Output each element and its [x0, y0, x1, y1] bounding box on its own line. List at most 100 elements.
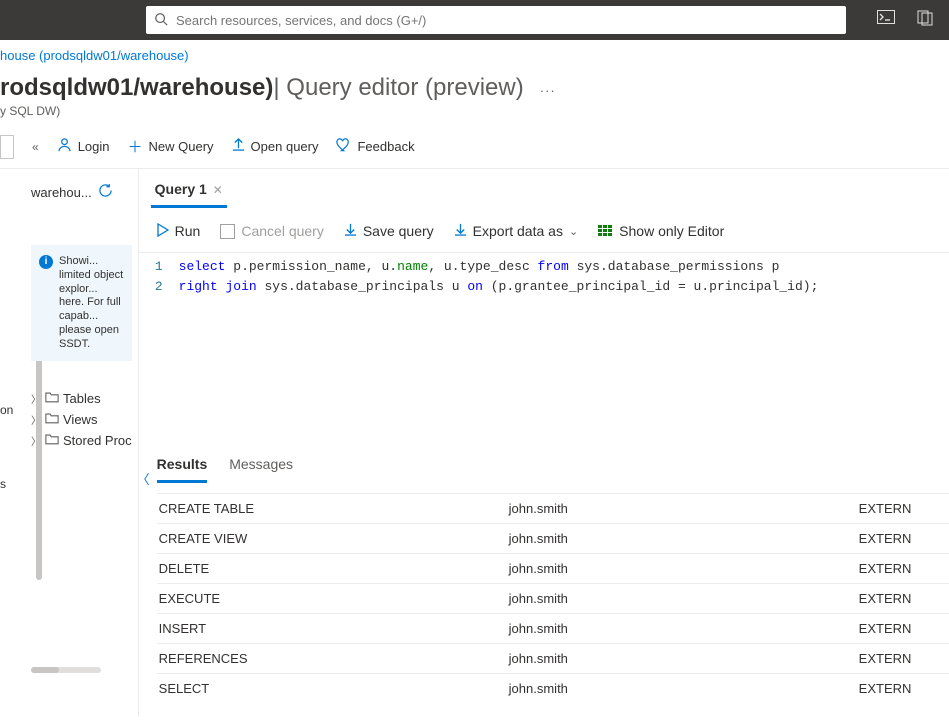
open-query-button[interactable]: Open query [232, 137, 319, 156]
cell-user: john.smith [507, 644, 857, 674]
table-row[interactable]: SELECTjohn.smithEXTERN [157, 674, 949, 704]
login-button[interactable]: Login [57, 137, 110, 156]
resource-type: y SQL DW) [0, 102, 949, 118]
table-row[interactable]: DELETEjohn.smithEXTERN [157, 554, 949, 584]
tab-label: Query 1 [155, 181, 207, 197]
cell-type: EXTERN [857, 614, 949, 644]
cell-type: EXTERN [857, 554, 949, 584]
nav-box[interactable] [0, 135, 14, 159]
editor-panel: 〈 Query 1 ✕ Run Cancel query [139, 169, 949, 717]
tree-label: Views [63, 412, 97, 427]
grid-icon [598, 225, 613, 237]
line-number: 2 [139, 277, 163, 297]
code-editor[interactable]: 1 2 select p.permission_name, u.name, u.… [139, 252, 949, 452]
object-explorer: warehou... i Showi... limited object exp… [25, 169, 139, 717]
db-name: warehou... [31, 185, 92, 200]
show-only-editor-button[interactable]: Show only Editor [598, 223, 724, 239]
save-label: Save query [363, 223, 434, 239]
cell-user: john.smith [507, 494, 857, 524]
plus-icon: ＋ [128, 136, 143, 157]
close-icon[interactable]: ✕ [213, 183, 223, 197]
info-icon: i [39, 255, 53, 269]
cell-user: john.smith [507, 524, 857, 554]
results-table: CREATE TABLEjohn.smithEXTERNCREATE VIEWj… [157, 493, 949, 703]
info-body: limited object explor... here. For full … [59, 269, 124, 352]
breadcrumb-link[interactable]: house (prodsqldw01/warehouse) [0, 48, 189, 63]
table-row[interactable]: INSERTjohn.smithEXTERN [157, 614, 949, 644]
download-icon [344, 222, 357, 240]
cell-type: EXTERN [857, 584, 949, 614]
download-icon [454, 222, 467, 240]
login-label: Login [78, 139, 110, 154]
cell-user: john.smith [507, 554, 857, 584]
cell-user: john.smith [507, 674, 857, 704]
code-text[interactable]: select p.permission_name, u.name, u.type… [173, 253, 819, 452]
feedback-button[interactable]: Feedback [336, 138, 414, 156]
export-label: Export data as [473, 223, 563, 239]
cell-type: EXTERN [857, 524, 949, 554]
cell-type: EXTERN [857, 644, 949, 674]
info-text: Showi... limited object explor... here. … [59, 255, 124, 351]
refresh-icon[interactable] [98, 183, 113, 201]
cell-permission: INSERT [157, 614, 507, 644]
cell-permission: CREATE VIEW [157, 524, 507, 554]
play-icon [157, 223, 169, 240]
tab-query-1[interactable]: Query 1 ✕ [151, 177, 227, 208]
cell-permission: EXECUTE [157, 584, 507, 614]
run-button[interactable]: Run [157, 223, 201, 240]
run-label: Run [175, 223, 201, 239]
more-icon[interactable]: ··· [540, 83, 556, 98]
save-query-button[interactable]: Save query [344, 222, 434, 240]
db-header: warehou... [31, 183, 132, 201]
chevron-right-icon: 〉 [31, 433, 41, 448]
folder-icon [45, 391, 59, 406]
cell-permission: SELECT [157, 674, 507, 704]
cell-type: EXTERN [857, 494, 949, 524]
folder-icon [45, 412, 59, 427]
cancel-query-button: Cancel query [220, 223, 324, 239]
person-icon [57, 137, 72, 156]
collapse-chevron-icon[interactable]: « [32, 140, 39, 154]
chevron-right-icon: 〉 [31, 391, 41, 406]
cell-permission: CREATE TABLE [157, 494, 507, 524]
search-input[interactable] [146, 6, 846, 34]
collapse-explorer-icon[interactable]: 〈 [139, 469, 150, 488]
top-icons [877, 10, 935, 31]
heart-icon [336, 138, 351, 156]
search-icon [154, 12, 168, 29]
export-data-button[interactable]: Export data as ⌄ [454, 222, 579, 240]
table-row[interactable]: EXECUTEjohn.smithEXTERN [157, 584, 949, 614]
explorer-scrollbar[interactable] [31, 667, 101, 673]
tree-node-views[interactable]: 〉 Views [31, 412, 132, 427]
tree-label: Tables [63, 391, 101, 406]
breadcrumb: house (prodsqldw01/warehouse) [0, 40, 949, 70]
tab-messages[interactable]: Messages [229, 452, 293, 483]
showeditor-label: Show only Editor [619, 223, 724, 239]
table-row[interactable]: CREATE TABLEjohn.smithEXTERN [157, 494, 949, 524]
tree-node-sprocs[interactable]: 〉 Stored Proc [31, 433, 132, 448]
info-heading: Showi... [59, 255, 124, 269]
new-query-button[interactable]: ＋ New Query [128, 136, 214, 157]
gutter: 1 2 [139, 253, 173, 452]
table-row[interactable]: CREATE VIEWjohn.smithEXTERN [157, 524, 949, 554]
table-row[interactable]: REFERENCESjohn.smithEXTERN [157, 644, 949, 674]
results-panel: Results Messages CREATE TABLEjohn.smithE… [139, 452, 949, 717]
directory-filter-icon[interactable] [917, 10, 935, 31]
nav-fragment-a: on [0, 403, 25, 417]
cancel-label: Cancel query [241, 223, 324, 239]
cell-type: EXTERN [857, 674, 949, 704]
cloud-shell-icon[interactable] [877, 10, 895, 31]
page-title: rodsqldw01/warehouse) | Query editor (pr… [0, 70, 949, 102]
cell-permission: DELETE [157, 554, 507, 584]
info-callout: i Showi... limited object explor... here… [31, 245, 132, 361]
resource-name: rodsqldw01/warehouse) [0, 74, 273, 102]
top-bar [0, 0, 949, 40]
command-bar: « Login ＋ New Query Open query Feedback [0, 126, 949, 168]
tab-results[interactable]: Results [157, 452, 208, 483]
stop-icon [220, 224, 235, 239]
cell-user: john.smith [507, 584, 857, 614]
open-query-label: Open query [251, 139, 319, 154]
tree-node-tables[interactable]: 〉 Tables [31, 391, 132, 406]
query-tabs: Query 1 ✕ [139, 169, 949, 208]
upload-icon [232, 137, 245, 156]
